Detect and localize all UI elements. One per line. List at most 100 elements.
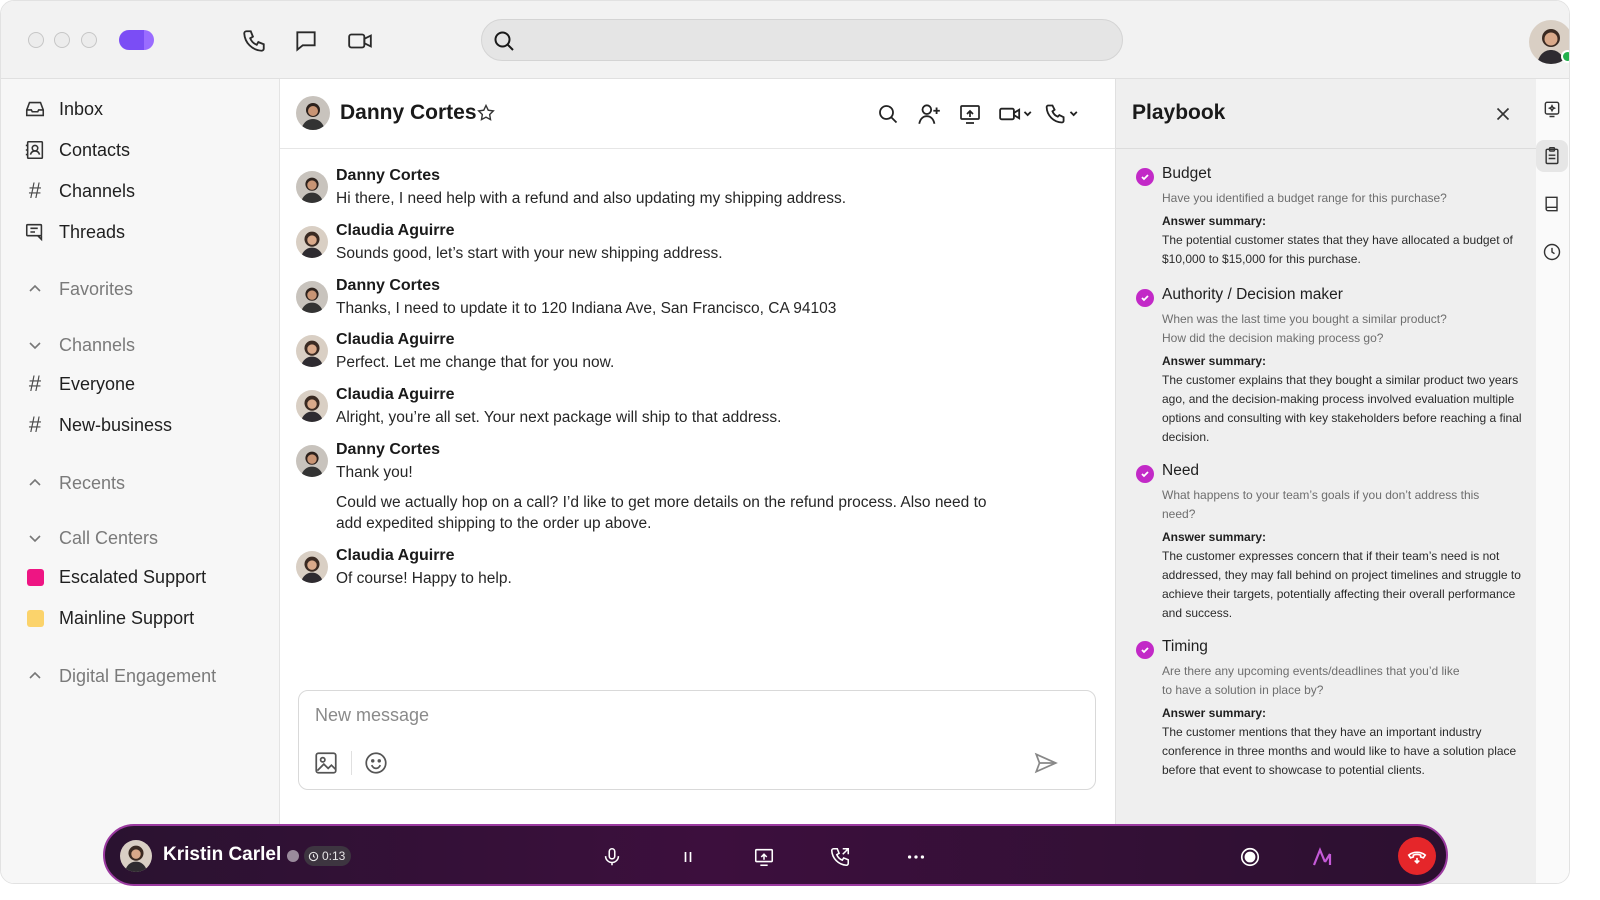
chevron-up-icon bbox=[23, 664, 47, 688]
playbook-title: Playbook bbox=[1132, 101, 1226, 124]
sidebar-item-threads[interactable]: Threads bbox=[23, 217, 125, 247]
video-call-dropdown-icon[interactable] bbox=[998, 101, 1034, 127]
message-sender: Claudia Aguirre bbox=[336, 547, 455, 564]
chevron-down-icon bbox=[23, 333, 47, 357]
channel-label: New-business bbox=[59, 414, 173, 435]
online-status-dot bbox=[1561, 50, 1569, 63]
add-person-icon[interactable] bbox=[916, 101, 942, 127]
ai-assistant-icon[interactable] bbox=[1310, 843, 1338, 871]
message-sender: Danny Cortes bbox=[336, 167, 441, 184]
window-maximize-button[interactable] bbox=[81, 32, 97, 48]
right-rail bbox=[1536, 79, 1569, 883]
pause-icon[interactable] bbox=[674, 843, 702, 871]
playbook-panel: Playbook Budget Have you identified a bu… bbox=[1115, 79, 1537, 883]
playbook-item-title: Budget bbox=[1162, 165, 1212, 182]
call-transfer-icon[interactable] bbox=[826, 843, 854, 871]
clock-icon[interactable] bbox=[1536, 236, 1568, 268]
info-icon[interactable] bbox=[287, 850, 299, 862]
screen-share-icon[interactable] bbox=[750, 843, 778, 871]
playbook-header: Playbook bbox=[1116, 79, 1537, 149]
channel-label: Everyone bbox=[59, 373, 136, 394]
top-bar bbox=[1, 1, 1569, 79]
playbook-question: Are there any upcoming events/deadlines … bbox=[1162, 664, 1460, 697]
contacts-icon bbox=[23, 138, 47, 162]
send-icon[interactable] bbox=[1033, 750, 1059, 776]
sidebar-item-contacts[interactable]: Contacts bbox=[23, 135, 130, 165]
call-center-swatch bbox=[23, 606, 47, 630]
playbook-question: When was the last time you bought a simi… bbox=[1162, 312, 1447, 345]
channel-item-everyone[interactable]: # Everyone bbox=[23, 369, 135, 399]
contact-name: Danny Cortes bbox=[340, 101, 477, 124]
microphone-icon[interactable] bbox=[598, 843, 626, 871]
contact-avatar-icon bbox=[296, 96, 330, 130]
check-circle-icon bbox=[1136, 641, 1154, 659]
sidebar-item-channels[interactable]: # Channels bbox=[23, 176, 135, 206]
message-text: Alright, you’re all set. Your next packa… bbox=[336, 409, 782, 426]
message-avatar bbox=[296, 226, 328, 258]
message-avatar bbox=[296, 335, 328, 367]
playbook-question: What happens to your team’s goals if you… bbox=[1162, 488, 1480, 521]
message-text: Thank you! bbox=[336, 464, 413, 481]
clipboard-icon[interactable] bbox=[1536, 140, 1568, 172]
chat-panel: Danny Cortes Danny Cortes Hi there, I ne… bbox=[280, 79, 1115, 883]
ai-assist-icon[interactable] bbox=[1536, 93, 1568, 125]
answer-summary-label: Answer summary: bbox=[1162, 530, 1267, 544]
inbox-icon bbox=[23, 97, 47, 121]
message-sender: Danny Cortes bbox=[336, 277, 441, 294]
channel-item-new-business[interactable]: # New-business bbox=[23, 410, 172, 440]
window-minimize-button[interactable] bbox=[54, 32, 70, 48]
call-center-item-escalated-support[interactable]: Escalated Support bbox=[23, 562, 206, 592]
app-window: Inbox Contacts # Channels Threads Favori… bbox=[0, 0, 1570, 884]
screen-share-icon[interactable] bbox=[958, 101, 982, 127]
message-avatar bbox=[296, 390, 328, 422]
section-channels[interactable]: Channels bbox=[23, 330, 135, 360]
section-label: Channels bbox=[59, 334, 136, 355]
sidebar-item-inbox[interactable]: Inbox bbox=[23, 94, 103, 124]
contact-avatar[interactable] bbox=[296, 96, 330, 130]
section-favorites[interactable]: Favorites bbox=[23, 274, 133, 304]
video-icon[interactable] bbox=[347, 28, 373, 54]
message-input-placeholder[interactable]: New message bbox=[315, 705, 429, 726]
star-icon[interactable] bbox=[476, 103, 496, 123]
search-icon[interactable] bbox=[876, 101, 900, 127]
composer-divider bbox=[351, 751, 352, 775]
more-options-icon[interactable] bbox=[902, 843, 930, 871]
hang-up-button[interactable] bbox=[1398, 837, 1436, 875]
chevron-down-icon bbox=[23, 526, 47, 550]
hash-icon: # bbox=[28, 178, 42, 203]
call-center-swatch bbox=[23, 565, 47, 589]
close-icon[interactable] bbox=[1492, 103, 1514, 125]
record-icon[interactable] bbox=[1236, 843, 1264, 871]
section-digital-engagement[interactable]: Digital Engagement bbox=[23, 661, 216, 691]
phone-icon[interactable] bbox=[241, 28, 267, 54]
chat-bubble-icon[interactable] bbox=[293, 28, 319, 54]
message-avatar bbox=[296, 551, 328, 583]
call-center-item-mainline-support[interactable]: Mainline Support bbox=[23, 603, 194, 633]
check-circle-icon bbox=[1136, 168, 1154, 186]
sidebar-item-label: Threads bbox=[59, 221, 126, 242]
message-text: Could we actually hop on a call? I’d lik… bbox=[336, 494, 987, 532]
message-avatar bbox=[296, 281, 328, 313]
search-input[interactable] bbox=[481, 19, 1123, 61]
hang-up-icon bbox=[1407, 851, 1427, 865]
phone-call-dropdown-icon[interactable] bbox=[1044, 101, 1080, 127]
call-timer: 0:13 bbox=[304, 846, 352, 866]
book-icon[interactable] bbox=[1536, 188, 1568, 220]
window-close-button[interactable] bbox=[28, 32, 44, 48]
playbook-item-title: Authority / Decision maker bbox=[1162, 286, 1343, 303]
chat-header: Danny Cortes bbox=[280, 79, 1115, 149]
section-call-centers[interactable]: Call Centers bbox=[23, 523, 158, 553]
caller-name: Kristin Carlel bbox=[163, 844, 282, 865]
section-recents[interactable]: Recents bbox=[23, 468, 125, 498]
chevron-up-icon bbox=[23, 471, 47, 495]
sidebar-item-label: Inbox bbox=[59, 98, 104, 119]
image-attach-icon[interactable] bbox=[313, 750, 339, 776]
answer-summary-label: Answer summary: bbox=[1162, 214, 1267, 228]
message-sender: Claudia Aguirre bbox=[336, 331, 455, 348]
playbook-item-title: Need bbox=[1162, 462, 1200, 479]
app-logo-icon bbox=[119, 30, 154, 50]
message-avatar bbox=[296, 171, 328, 203]
message-sender: Danny Cortes bbox=[336, 441, 441, 458]
message-composer[interactable]: New message bbox=[298, 690, 1096, 790]
emoji-icon[interactable] bbox=[363, 750, 389, 776]
